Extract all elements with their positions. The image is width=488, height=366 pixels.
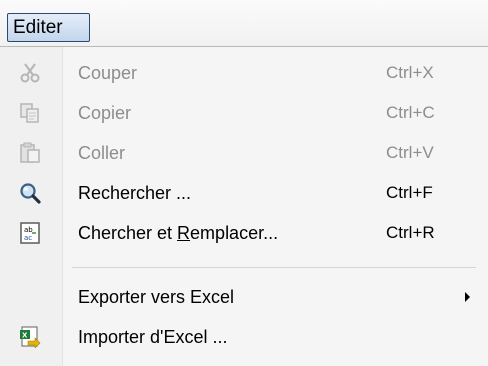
menu-editer[interactable]: Editer (7, 13, 90, 42)
menu-item-search-label: Rechercher ... (78, 183, 192, 203)
submenu-arrow-icon (465, 292, 470, 302)
menu-item-copy-label: Copier (78, 103, 132, 123)
menu-item-import-excel-label: Importer d'Excel ... (78, 327, 228, 347)
search-icon (19, 182, 41, 204)
copy-icon (19, 102, 41, 124)
menu-item-find-replace-shortcut: Ctrl+R (386, 223, 435, 242)
menu-item-search-shortcut: Ctrl+F (386, 183, 433, 202)
replace-icon: ab ac (19, 222, 41, 244)
edit-dropdown-menu: Couper Ctrl+X Copier Ctrl+C Coller Ctrl+ (0, 46, 488, 366)
menu-item-paste[interactable]: Coller Ctrl+V (0, 133, 488, 173)
menu-item-paste-shortcut: Ctrl+V (386, 143, 434, 162)
menu-editer-label: Editer (13, 17, 63, 38)
menu-item-cut[interactable]: Couper Ctrl+X (0, 53, 488, 93)
paste-icon (19, 142, 41, 164)
menu-item-copy[interactable]: Copier Ctrl+C (0, 93, 488, 133)
menu-item-find-replace-label: Chercher et Remplacer... (78, 223, 279, 243)
menu-item-search[interactable]: Rechercher ... Ctrl+F (0, 173, 488, 213)
menu-bar: Editer (0, 0, 488, 46)
menu-item-cut-label: Couper (78, 63, 138, 83)
svg-text:ab: ab (24, 226, 33, 234)
menu-item-cut-shortcut: Ctrl+X (386, 63, 434, 82)
excel-import-icon: X (19, 326, 41, 349)
menu-item-export-excel-label: Exporter vers Excel (78, 287, 235, 307)
svg-text:ac: ac (24, 234, 32, 242)
menu-item-copy-shortcut: Ctrl+C (386, 103, 435, 122)
menu-item-export-excel[interactable]: Exporter vers Excel (0, 277, 488, 317)
svg-text:X: X (22, 332, 28, 340)
menu-item-paste-label: Coller (78, 143, 126, 163)
menu-item-find-replace[interactable]: ab ac Chercher et Remplacer... Ctrl+R (0, 213, 488, 253)
menu-divider (72, 267, 476, 268)
cut-icon (19, 62, 41, 84)
menu-item-import-excel[interactable]: X Importer d'Excel ... (0, 317, 488, 357)
